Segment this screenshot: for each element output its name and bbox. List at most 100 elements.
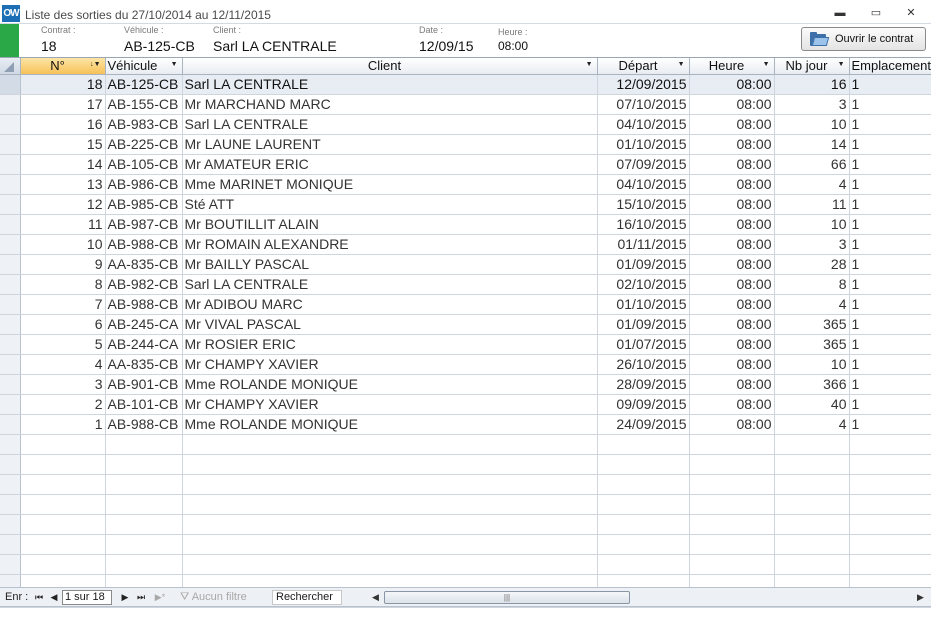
cell-vehicule[interactable]: AB-988-CB (105, 414, 183, 435)
cell-vehicule[interactable]: AB-988-CB (105, 234, 183, 255)
cell-nb-jour[interactable]: 4 (774, 174, 850, 195)
cell-client[interactable]: Mr BAILLY PASCAL (182, 254, 598, 275)
cell-num[interactable]: 10 (20, 234, 106, 255)
cell-emplacement[interactable]: 1 (849, 134, 931, 155)
cell-nb-jour[interactable]: 66 (774, 154, 850, 175)
cell-nb-jour[interactable]: 10 (774, 114, 850, 135)
new-record-icon[interactable]: ▶* (152, 590, 168, 604)
row-selector[interactable] (0, 394, 21, 415)
cell-num[interactable]: 12 (20, 194, 106, 215)
cell-depart[interactable]: 28/09/2015 (597, 374, 690, 395)
row-selector[interactable] (0, 234, 21, 255)
filter-dropdown-icon[interactable]: ▼ (678, 61, 685, 68)
cell-vehicule[interactable]: AB-985-CB (105, 194, 183, 215)
next-record-icon[interactable]: ▶ (119, 590, 131, 604)
cell-depart[interactable]: 26/10/2015 (597, 354, 690, 375)
cell-nb-jour[interactable]: 4 (774, 414, 850, 435)
filter-dropdown-icon[interactable]: ▼ (171, 61, 178, 68)
cell-num[interactable]: 7 (20, 294, 106, 315)
cell-client[interactable]: Mr BOUTILLIT ALAIN (182, 214, 598, 235)
cell-nb-jour[interactable]: 28 (774, 254, 850, 275)
cell-heure[interactable]: 08:00 (689, 74, 775, 95)
minimize-button[interactable]: ▬ (828, 5, 852, 21)
cell-num[interactable]: 17 (20, 94, 106, 115)
cell-depart[interactable]: 01/07/2015 (597, 334, 690, 355)
cell-heure[interactable]: 08:00 (689, 414, 775, 435)
column-header-vehicule[interactable]: Véhicule ▼ (105, 58, 183, 75)
cell-emplacement[interactable]: 1 (849, 194, 931, 215)
cell-heure[interactable]: 08:00 (689, 174, 775, 195)
cell-heure[interactable]: 08:00 (689, 254, 775, 275)
cell-num[interactable]: 18 (20, 74, 106, 95)
cell-client[interactable]: Mr ROSIER ERIC (182, 334, 598, 355)
cell-client[interactable]: Mr MARCHAND MARC (182, 94, 598, 115)
row-selector[interactable] (0, 114, 21, 135)
cell-heure[interactable]: 08:00 (689, 274, 775, 295)
cell-emplacement[interactable]: 1 (849, 294, 931, 315)
cell-vehicule[interactable]: AB-988-CB (105, 294, 183, 315)
first-record-icon[interactable]: ⏮ (33, 590, 45, 604)
cell-vehicule[interactable]: AB-244-CA (105, 334, 183, 355)
cell-heure[interactable]: 08:00 (689, 114, 775, 135)
cell-num[interactable]: 8 (20, 274, 106, 295)
cell-vehicule[interactable]: AB-986-CB (105, 174, 183, 195)
scrollbar-thumb[interactable]: ||| (384, 591, 630, 604)
table-row[interactable]: 4 AA-835-CB Mr CHAMPY XAVIER 26/10/2015 08:0… (0, 354, 931, 375)
cell-client[interactable]: Mr CHAMPY XAVIER (182, 354, 598, 375)
cell-heure[interactable]: 08:00 (689, 334, 775, 355)
cell-nb-jour[interactable]: 366 (774, 374, 850, 395)
cell-depart[interactable]: 07/09/2015 (597, 154, 690, 175)
cell-vehicule[interactable]: AB-155-CB (105, 94, 183, 115)
cell-vehicule[interactable]: AB-101-CB (105, 394, 183, 415)
cell-nb-jour[interactable]: 3 (774, 234, 850, 255)
cell-num[interactable]: 6 (20, 314, 106, 335)
cell-emplacement[interactable]: 1 (849, 214, 931, 235)
cell-depart[interactable]: 04/10/2015 (597, 114, 690, 135)
cell-heure[interactable]: 08:00 (689, 294, 775, 315)
cell-emplacement[interactable]: 1 (849, 234, 931, 255)
cell-emplacement[interactable]: 1 (849, 354, 931, 375)
cell-vehicule[interactable]: AA-835-CB (105, 254, 183, 275)
cell-client[interactable]: Mr VIVAL PASCAL (182, 314, 598, 335)
cell-vehicule[interactable]: AB-225-CB (105, 134, 183, 155)
row-selector[interactable] (0, 294, 21, 315)
table-row[interactable]: 3 AB-901-CB Mme ROLANDE MONIQUE 28/09/2015 0… (0, 374, 931, 395)
cell-num[interactable]: 2 (20, 394, 106, 415)
cell-emplacement[interactable]: 1 (849, 374, 931, 395)
cell-depart[interactable]: 01/10/2015 (597, 134, 690, 155)
filter-dropdown-icon[interactable]: ▼ (586, 61, 593, 68)
row-selector[interactable] (0, 414, 21, 435)
cell-vehicule[interactable]: AB-982-CB (105, 274, 183, 295)
cell-heure[interactable]: 08:00 (689, 354, 775, 375)
table-row[interactable]: 13 AB-986-CB Mme MARINET MONIQUE 04/10/2015… (0, 174, 931, 195)
cell-client[interactable]: Mme ROLANDE MONIQUE (182, 414, 598, 435)
row-selector[interactable] (0, 174, 21, 195)
cell-num[interactable]: 16 (20, 114, 106, 135)
open-contract-button[interactable]: Ouvrir le contrat (801, 27, 926, 51)
cell-client[interactable]: Mr LAUNE LAURENT (182, 134, 598, 155)
no-filter-button[interactable]: ⛛ Aucun filtre (180, 591, 247, 604)
cell-client[interactable]: Mr ROMAIN ALEXANDRE (182, 234, 598, 255)
cell-client[interactable]: Sarl LA CENTRALE (182, 74, 598, 95)
row-selector[interactable] (0, 214, 21, 235)
cell-num[interactable]: 14 (20, 154, 106, 175)
column-header-emplacement[interactable]: Emplacement (849, 58, 931, 75)
cell-nb-jour[interactable]: 8 (774, 274, 850, 295)
cell-num[interactable]: 15 (20, 134, 106, 155)
row-selector[interactable] (0, 314, 21, 335)
cell-nb-jour[interactable]: 11 (774, 194, 850, 215)
cell-num[interactable]: 3 (20, 374, 106, 395)
previous-record-icon[interactable]: ◀ (48, 590, 60, 604)
cell-depart[interactable]: 04/10/2015 (597, 174, 690, 195)
search-input[interactable]: Rechercher (272, 590, 342, 605)
scroll-right-icon[interactable]: ▶ (917, 590, 924, 605)
cell-vehicule[interactable]: AB-901-CB (105, 374, 183, 395)
cell-nb-jour[interactable]: 14 (774, 134, 850, 155)
table-row[interactable]: 6 AB-245-CA Mr VIVAL PASCAL 01/09/2015 08:00… (0, 314, 931, 335)
cell-emplacement[interactable]: 1 (849, 154, 931, 175)
row-selector[interactable] (0, 334, 21, 355)
select-all-corner[interactable] (0, 58, 21, 75)
cell-vehicule[interactable]: AB-983-CB (105, 114, 183, 135)
cell-client[interactable]: Mme MARINET MONIQUE (182, 174, 598, 195)
cell-heure[interactable]: 08:00 (689, 374, 775, 395)
